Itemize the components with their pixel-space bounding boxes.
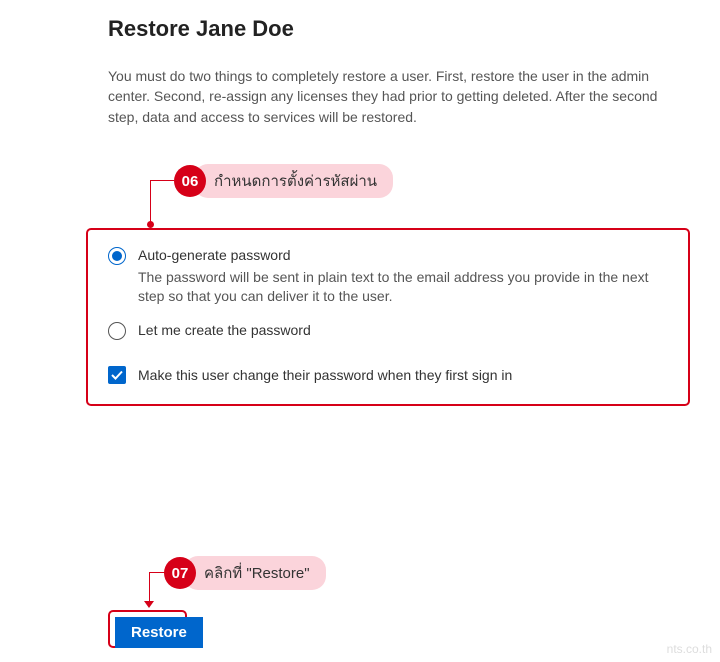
radio-icon [108, 322, 126, 340]
callout-connector [150, 180, 151, 224]
option-description: The password will be sent in plain text … [138, 268, 674, 307]
callout-connector [149, 572, 150, 602]
callout-connector [150, 180, 174, 181]
arrow-down-icon [144, 601, 154, 608]
page-title: Restore Jane Doe [108, 16, 684, 42]
checkbox-icon [108, 366, 126, 384]
checkbox-label: Make this user change their password whe… [138, 367, 512, 383]
callout-dot [147, 221, 154, 228]
callout-step-07: 07 คลิกที่ "Restore" [164, 556, 326, 590]
radio-icon [108, 247, 126, 265]
option-auto-generate[interactable]: Auto-generate password The password will… [108, 246, 674, 307]
callout-step-06: 06 กำหนดการตั้งค่ารหัสผ่าน [174, 164, 393, 198]
password-options: Auto-generate password The password will… [108, 246, 674, 384]
callout-label-06: กำหนดการตั้งค่ารหัสผ่าน [194, 164, 393, 198]
option-label: Let me create the password [138, 321, 311, 341]
callout-label-07: คลิกที่ "Restore" [184, 556, 326, 590]
option-label: Auto-generate password [138, 246, 674, 266]
restore-button[interactable]: Restore [115, 617, 203, 648]
callout-num-06: 06 [174, 165, 206, 197]
description-text: You must do two things to completely res… [108, 66, 684, 127]
watermark: nts.co.th [667, 642, 712, 656]
force-change-password-checkbox[interactable]: Make this user change their password whe… [108, 366, 674, 384]
option-manual-password[interactable]: Let me create the password [108, 321, 674, 341]
callout-num-07: 07 [164, 557, 196, 589]
callout-connector [149, 572, 165, 573]
